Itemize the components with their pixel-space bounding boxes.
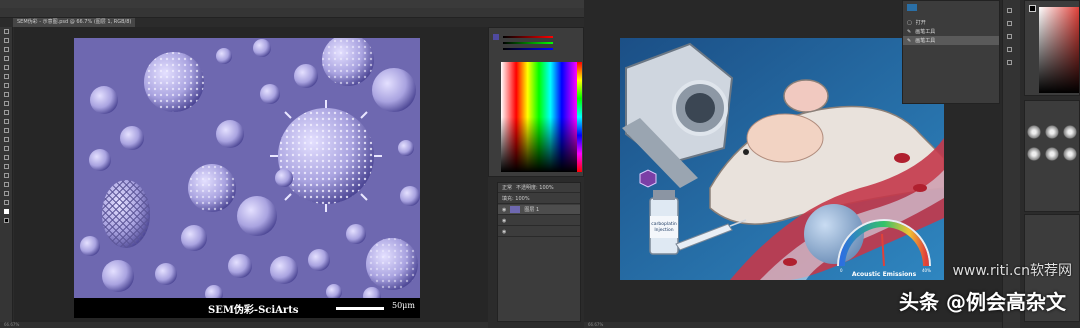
zoom-tool-icon[interactable] — [0, 198, 13, 207]
brush-preset[interactable] — [1045, 125, 1059, 139]
foreground-swatch[interactable] — [493, 34, 499, 40]
green-slider[interactable] — [503, 42, 553, 44]
status-bar: 66.67% — [584, 322, 1002, 328]
red-slider[interactable] — [503, 36, 553, 38]
layers-panel: 正常 不透明度: 100% 填充: 100% ◉ 图层 1 ◉ ◉ — [497, 182, 581, 322]
brush-tool-icon[interactable] — [0, 90, 13, 99]
move-tool-icon[interactable] — [0, 27, 13, 36]
history-item-label: 画笔工具 — [915, 29, 936, 35]
menu-bar — [0, 0, 584, 8]
healing-tool-icon[interactable] — [0, 81, 13, 90]
gauge-label: Acoustic Emissions — [852, 271, 917, 278]
color-spectrum-picker[interactable] — [501, 62, 577, 172]
sem-caption-text: SEM伪彩-SciArts — [208, 305, 299, 316]
brush-panel-icon[interactable] — [1003, 32, 1016, 41]
foreground-swatch[interactable] — [1029, 5, 1036, 12]
brush-icon: ✎ — [907, 28, 912, 35]
crop-tool-icon[interactable] — [0, 63, 13, 72]
options-bar — [0, 8, 584, 18]
path-select-tool-icon[interactable] — [0, 171, 13, 180]
pen-tool-icon[interactable] — [0, 153, 13, 162]
actions-panel-icon[interactable] — [1003, 19, 1016, 28]
hue-slider[interactable] — [577, 62, 582, 172]
brush-preset[interactable] — [1063, 125, 1077, 139]
layer-fill-row: 填充: 100% — [498, 194, 580, 204]
document-tab[interactable]: SEM伪彩 - 示意图.psd @ 66.7% (图层 1, RGB/8) — [13, 18, 136, 27]
gradient-tool-icon[interactable] — [0, 126, 13, 135]
layer-thumbnail — [510, 206, 521, 213]
history-panel: ▢ 打开 ✎ 画笔工具 ✎ 画笔工具 — [902, 0, 1000, 104]
quick-select-tool-icon[interactable] — [0, 54, 13, 63]
pollen-grains-illustration — [74, 38, 420, 318]
opacity-field[interactable]: 不透明度: 100% — [516, 184, 554, 191]
scale-bar — [336, 307, 384, 310]
history-item-selected[interactable]: ✎ 画笔工具 — [903, 36, 999, 45]
history-item[interactable]: ✎ 画笔工具 — [903, 27, 999, 36]
scale-bar-label: 50μm — [392, 301, 415, 310]
blue-slider[interactable] — [503, 48, 553, 50]
history-snapshot[interactable] — [903, 3, 999, 12]
sem-caption-bar: SEM伪彩-SciArts 50μm — [74, 298, 420, 318]
brush-preset[interactable] — [1027, 147, 1041, 161]
blur-tool-icon[interactable] — [0, 135, 13, 144]
visibility-eye-icon[interactable]: ◉ — [502, 229, 506, 235]
blend-mode-select[interactable]: 正常 — [502, 184, 512, 191]
layer-filter-row: 正常 不透明度: 100% — [498, 183, 580, 193]
watermark-url: www.riti.cn软荐网 — [952, 263, 1072, 279]
brush-preset[interactable] — [1063, 147, 1077, 161]
brush-preset[interactable] — [1027, 125, 1041, 139]
character-panel-icon[interactable] — [1003, 45, 1016, 54]
fill-field[interactable]: 填充: 100% — [502, 195, 530, 202]
stamp-tool-icon[interactable] — [0, 99, 13, 108]
brush-preset[interactable] — [1045, 147, 1059, 161]
eraser-tool-icon[interactable] — [0, 117, 13, 126]
paragraph-panel-icon[interactable] — [1003, 58, 1016, 67]
history-item[interactable]: ▢ 打开 — [903, 18, 999, 27]
shape-tool-icon[interactable] — [0, 180, 13, 189]
layer-row[interactable]: ◉ — [498, 216, 580, 226]
lasso-tool-icon[interactable] — [0, 45, 13, 54]
brush-preset-grid — [1025, 101, 1079, 167]
visibility-eye-icon[interactable]: ◉ — [502, 207, 506, 213]
dodge-tool-icon[interactable] — [0, 144, 13, 153]
gauge-max-label: 40% — [922, 268, 931, 273]
history-item-label: 画笔工具 — [915, 38, 936, 44]
hand-tool-icon[interactable] — [0, 189, 13, 198]
snapshot-thumbnail — [907, 4, 917, 11]
brush-icon: ✎ — [907, 37, 912, 44]
vial-label-line2: Injection — [654, 227, 673, 233]
color-panel — [1024, 0, 1080, 96]
screenshot-root: SEM伪彩 - 示意图.psd @ 66.7% (图层 1, RGB/8) SE… — [0, 0, 1080, 328]
photoshop-window-left: SEM伪彩 - 示意图.psd @ 66.7% (图层 1, RGB/8) SE… — [0, 0, 584, 328]
layer-row[interactable]: ◉ — [498, 227, 580, 237]
history-brush-tool-icon[interactable] — [0, 108, 13, 117]
foreground-color-swatch[interactable] — [0, 207, 13, 216]
sem-pollen-image: SEM伪彩-SciArts 50μm — [74, 38, 420, 318]
visibility-eye-icon[interactable]: ◉ — [502, 218, 506, 224]
mouse-ultrasound-illustration: carboplatin Injection Acoustic Emissions… — [620, 38, 944, 280]
marquee-tool-icon[interactable] — [0, 36, 13, 45]
type-tool-icon[interactable] — [0, 162, 13, 171]
layer-name: 图层 1 — [524, 207, 540, 213]
watermark-author: 头条 @例会高杂文 — [899, 290, 1066, 314]
vial-label-line1: carboplatin — [651, 221, 677, 227]
status-bar: 66.67% — [0, 322, 488, 328]
tools-panel — [0, 27, 13, 328]
layer-row-active[interactable]: ◉ 图层 1 — [498, 205, 580, 215]
open-icon: ▢ — [907, 19, 912, 26]
history-panel-icon[interactable] — [1003, 6, 1016, 15]
medical-illustration: carboplatin Injection Acoustic Emissions… — [620, 38, 944, 280]
history-item-label: 打开 — [915, 20, 926, 26]
brush-presets-panel — [1024, 100, 1080, 212]
eyedropper-tool-icon[interactable] — [0, 72, 13, 81]
background-color-swatch[interactable] — [0, 216, 13, 225]
color-field[interactable] — [1039, 7, 1079, 93]
